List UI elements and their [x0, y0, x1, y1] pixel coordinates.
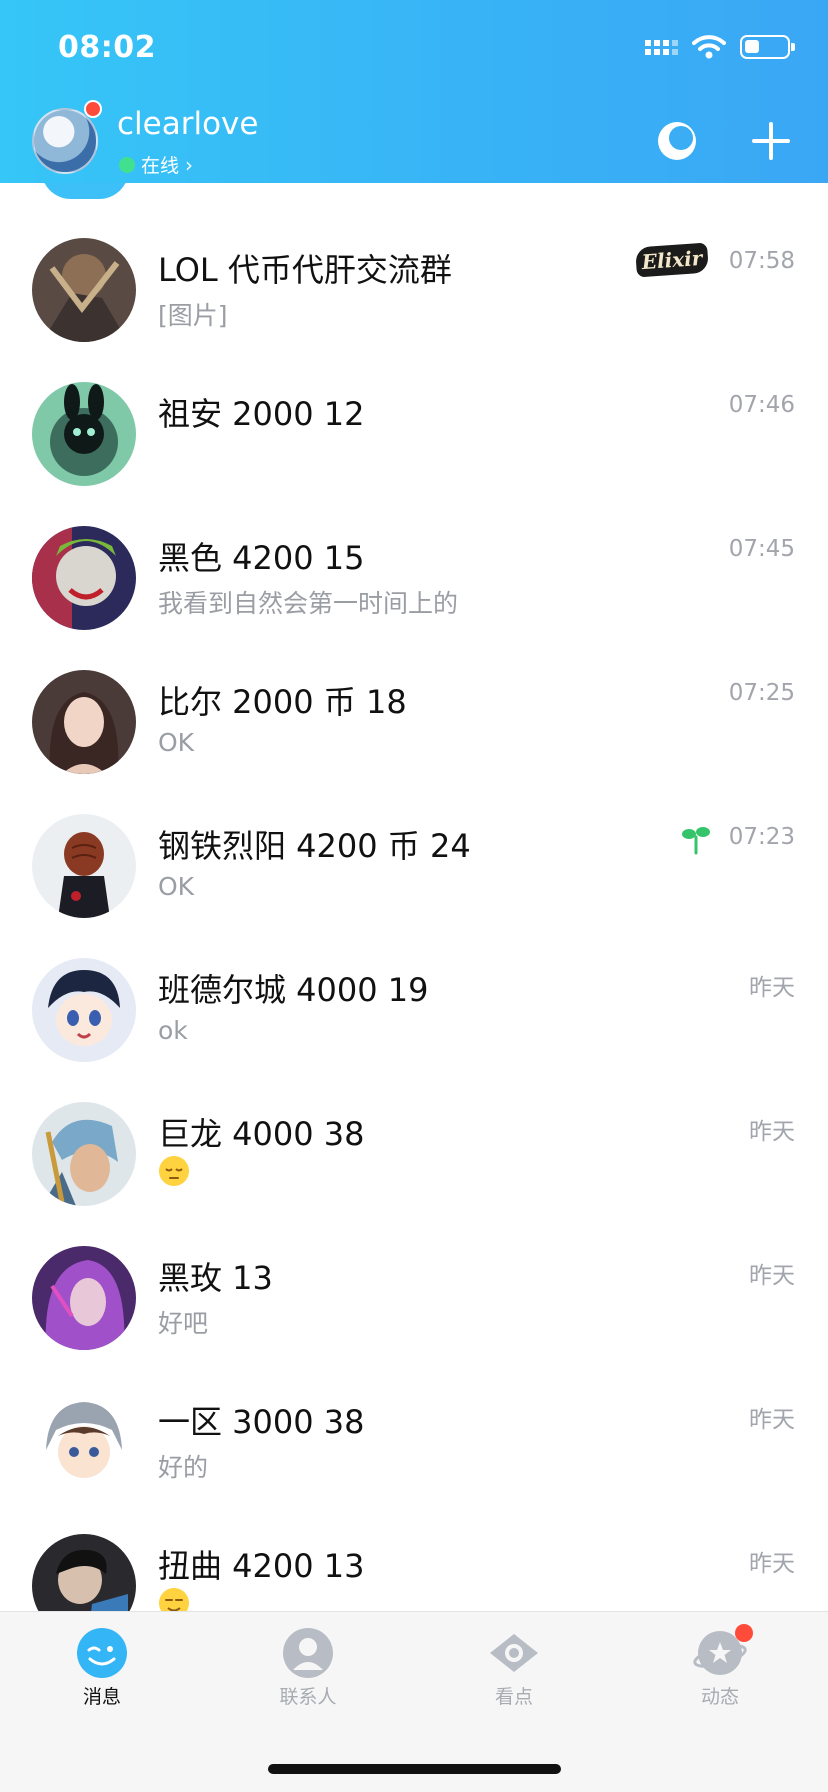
eye-icon: [490, 1634, 538, 1672]
smile-face-icon: [159, 1588, 189, 1611]
tab-discover[interactable]: 看点: [454, 1626, 574, 1716]
status-icons: [645, 34, 795, 60]
conversation-title: 比尔 2000 币 18: [158, 683, 407, 721]
conversation-title: 一区 3000 38: [158, 1403, 365, 1441]
contacts-icon: [283, 1628, 333, 1678]
top-bar: 08:02 clearlove 在线 ›: [0, 0, 828, 183]
conversation-title: 黑色 4200 15: [158, 539, 365, 577]
sleepy-face-icon: [159, 1156, 189, 1186]
status-time: 08:02: [58, 30, 156, 65]
elixir-badge-icon: Elixir: [635, 242, 709, 278]
conversation-row[interactable]: 黑色 4200 15 我看到自然会第一时间上的 07:45: [0, 471, 828, 630]
tab-contacts-label: 联系人: [279, 1686, 337, 1708]
tab-discover-label: 看点: [494, 1686, 533, 1708]
profile-notification-dot: [84, 100, 102, 118]
conversation-time: 07:23: [728, 824, 795, 850]
sprout-icon: [682, 827, 710, 855]
conversation-time: 07:25: [728, 680, 795, 706]
conversation-time: 昨天: [749, 1407, 795, 1433]
chevron-right-icon: ›: [185, 152, 194, 177]
battery-icon: [740, 35, 795, 59]
conversation-row[interactable]: 班德尔城 4000 19 ok 昨天: [0, 903, 828, 1062]
wifi-icon: [692, 35, 726, 59]
tab-moments-label: 动态: [700, 1686, 739, 1708]
conversation-row[interactable]: 黑玫 13 好吧 昨天: [0, 1191, 828, 1350]
conversation-title: 班德尔城 4000 19: [158, 971, 429, 1009]
conversation-time: 07:58: [728, 248, 795, 274]
add-plus-icon[interactable]: [752, 122, 790, 160]
chat-face-icon: [77, 1628, 127, 1678]
conversation-row[interactable]: 比尔 2000 币 18 OK 07:25: [0, 615, 828, 774]
online-dot-icon: [119, 156, 135, 173]
conversation-title: 黑玫 13: [158, 1259, 273, 1297]
profile-avatar[interactable]: [32, 108, 98, 174]
conversation-preview: OK: [158, 872, 195, 901]
conversation-row[interactable]: 巨龙 4000 38 昨天: [0, 1047, 828, 1206]
conversation-preview: ok: [158, 1016, 188, 1045]
conversation-list[interactable]: LOL 代币代肝交流群 [图片] Elixir 07:58 祖安 2000 12…: [0, 183, 828, 1611]
tab-messages-label: 消息: [82, 1686, 121, 1708]
conversation-time: 昨天: [749, 1263, 795, 1289]
conversation-avatar: [32, 1534, 136, 1611]
tab-contacts[interactable]: 联系人: [248, 1626, 368, 1716]
conversation-time: 昨天: [749, 975, 795, 1001]
conversation-time: 昨天: [749, 1551, 795, 1577]
online-status-label: 在线: [141, 155, 180, 177]
conversation-row[interactable]: 一区 3000 38 好的 昨天: [0, 1335, 828, 1494]
tab-moments-badge: [735, 1624, 753, 1642]
conversation-row[interactable]: LOL 代币代肝交流群 [图片] Elixir 07:58: [0, 183, 828, 342]
conversation-title: LOL 代币代肝交流群: [158, 251, 452, 289]
tab-messages[interactable]: 消息: [42, 1626, 162, 1716]
conversation-time: 昨天: [749, 1119, 795, 1145]
conversation-title: 钢铁烈阳 4200 币 24: [158, 827, 471, 865]
profile-name[interactable]: clearlove: [117, 106, 258, 142]
conversation-row[interactable]: 祖安 2000 12 07:46: [0, 327, 828, 486]
conversation-preview: OK: [158, 728, 195, 757]
tab-moments[interactable]: 动态: [660, 1624, 780, 1716]
conversation-title: 巨龙 4000 38: [158, 1115, 365, 1153]
cellular-signal-icon: [645, 39, 678, 55]
conversation-row[interactable]: 扭曲 4200 13 昨天: [0, 1479, 828, 1611]
conversation-time: 07:46: [728, 392, 795, 418]
night-mode-icon[interactable]: [656, 120, 698, 162]
conversation-row[interactable]: 钢铁烈阳 4200 币 24 OK 07:23: [0, 759, 828, 918]
home-indicator[interactable]: [268, 1764, 561, 1774]
online-status[interactable]: 在线 ›: [119, 151, 193, 178]
conversation-title: 扭曲 4200 13: [158, 1547, 365, 1585]
conversation-title: 祖安 2000 12: [158, 395, 365, 433]
conversation-time: 07:45: [728, 536, 795, 562]
